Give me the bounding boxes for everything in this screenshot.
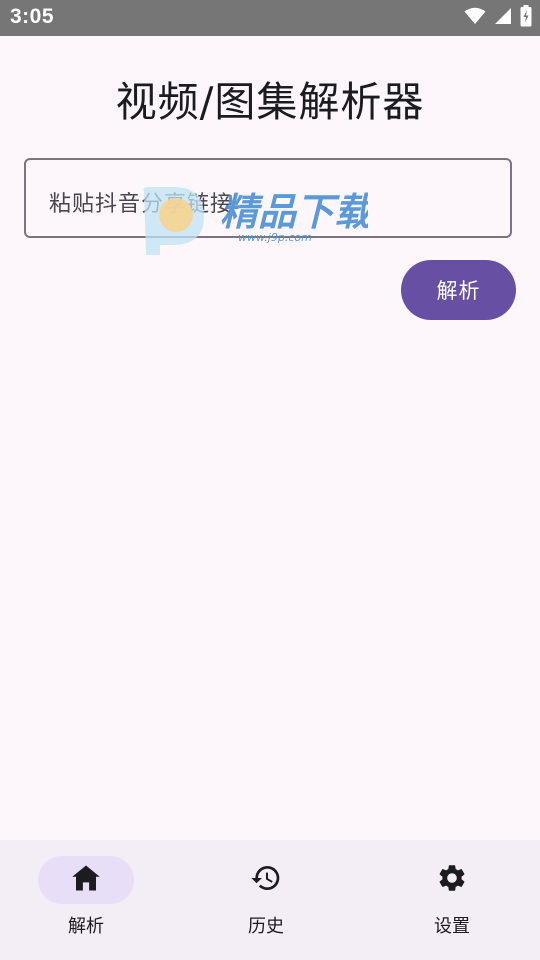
- parse-button[interactable]: 解析: [401, 260, 516, 320]
- nav-label-settings: 设置: [434, 916, 470, 937]
- nav-label-parse: 解析: [68, 916, 104, 937]
- nav-item-history[interactable]: 历史: [180, 840, 360, 960]
- history-icon: [250, 862, 282, 898]
- status-time: 3:05: [10, 5, 55, 28]
- settings-icon: [436, 862, 468, 898]
- share-link-placeholder: 粘贴抖音分享链接: [49, 192, 234, 217]
- nav-active-indicator: [38, 856, 134, 904]
- wifi-icon: [464, 7, 486, 29]
- page-title: 视频/图集解析器: [115, 78, 425, 126]
- nav-item-parse[interactable]: 解析: [0, 840, 180, 960]
- home-icon: [71, 864, 101, 896]
- signal-icon: [494, 7, 512, 29]
- status-icons: [464, 5, 532, 31]
- share-link-input[interactable]: 粘贴抖音分享链接: [24, 158, 512, 238]
- nav-item-settings[interactable]: 设置: [366, 840, 540, 960]
- battery-icon: [520, 5, 532, 31]
- status-bar: 3:05: [0, 0, 540, 36]
- bottom-navigation: 解析 历史 设置: [0, 840, 540, 960]
- nav-label-history: 历史: [248, 916, 284, 937]
- nav-history-pill: [218, 856, 314, 904]
- nav-settings-pill: [404, 856, 500, 904]
